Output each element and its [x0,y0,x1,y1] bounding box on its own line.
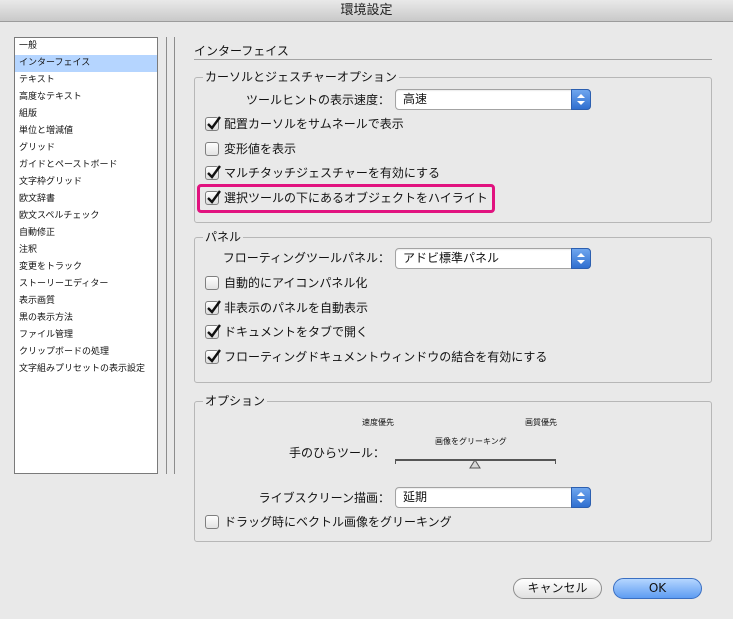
group-label: パネル [203,229,244,245]
category-list[interactable]: 一般 インターフェイス テキスト 高度なテキスト 組版 単位と増減値 グリッド … [14,37,158,474]
category-item-file-handling[interactable]: ファイル管理 [15,327,157,344]
page-title: インターフェイス [194,44,289,58]
category-item-dictionary[interactable]: 欧文辞書 [15,191,157,208]
category-item-general[interactable]: 一般 [15,38,157,55]
highlight-under-selection-checkbox[interactable] [205,190,221,205]
category-item-autocorrect[interactable]: 自動修正 [15,225,157,242]
category-item-frame-grid[interactable]: 文字枠グリッド [15,174,157,191]
place-cursor-thumbnail-checkbox[interactable] [205,116,221,131]
category-item-track-changes[interactable]: 変更をトラック [15,259,157,276]
checkbox-label: マルチタッチジェスチャーを有効にする [224,166,441,180]
slider-left-label: 速度優先 [362,418,394,427]
chevron-updown-icon [571,487,591,508]
checkmark-icon [207,116,221,130]
cancel-button[interactable]: キャンセル [513,578,602,599]
live-screen-drawing-select[interactable]: 延期 [395,487,591,508]
greek-vector-graphics-checkbox[interactable] [205,515,219,529]
slider-center-label: 画像をグリーキング [435,437,507,446]
checkmark-icon [207,324,221,338]
category-item-guides[interactable]: ガイドとペーストボード [15,157,157,174]
checkbox-label: 自動的にアイコンパネル化 [224,276,368,290]
tooltip-speed-label: ツールヒントの表示速度： [245,93,390,107]
hand-tool-label: 手のひらツール： [288,446,385,460]
category-item-notes[interactable]: 注釈 [15,242,157,259]
checkmark-icon [207,349,221,363]
show-transform-values-checkbox[interactable] [205,142,219,156]
slider-tick [395,459,396,464]
select-value: アドビ標準パネル [403,251,500,265]
checkmark-icon [207,300,221,314]
checkmark-icon [207,165,221,179]
slider-tick [555,459,556,464]
category-item-clipboard[interactable]: クリップボードの処理 [15,344,157,361]
group-label: カーソルとジェスチャーオプション [203,69,399,85]
select-value: 延期 [403,490,428,504]
checkbox-label: ドキュメントをタブで開く [224,325,369,339]
checkbox-label: フローティングドキュメントウィンドウの結合を有効にする [224,350,548,364]
floating-tools-label: フローティングツールパネル： [222,251,390,265]
title-divider [194,59,712,60]
category-item-grids[interactable]: グリッド [15,140,157,157]
checkbox-label: ドラッグ時にベクトル画像をグリーキング [224,515,452,529]
multitouch-gestures-checkbox[interactable] [205,165,221,180]
ok-button[interactable]: OK [613,578,702,599]
auto-show-hidden-panels-checkbox[interactable] [205,300,221,315]
open-documents-as-tabs-checkbox[interactable] [205,324,221,339]
category-item-composition[interactable]: 組版 [15,106,157,123]
floating-tools-select[interactable]: アドビ標準パネル [395,248,591,269]
select-value: 高速 [403,92,428,106]
category-item-mojikumi-presets[interactable]: 文字組みプリセットの表示設定 [15,361,157,378]
checkbox-label: 選択ツールの下にあるオブジェクトをハイライト [224,191,488,205]
live-screen-drawing-label: ライブスクリーン描画： [258,491,390,505]
tooltip-speed-select[interactable]: 高速 [395,89,591,110]
chevron-updown-icon [571,89,591,110]
checkbox-label: 変形値を表示 [224,142,297,156]
divider [166,37,167,474]
checkbox-label: 非表示のパネルを自動表示 [224,301,369,315]
chevron-updown-icon [571,248,591,269]
divider [174,37,175,474]
category-item-interface[interactable]: インターフェイス [15,55,157,72]
group-label: オプション [203,393,268,409]
auto-collapse-icon-panels-checkbox[interactable] [205,276,219,290]
category-item-spelling[interactable]: 欧文スペルチェック [15,208,157,225]
category-item-advanced-text[interactable]: 高度なテキスト [15,89,157,106]
category-item-text[interactable]: テキスト [15,72,157,89]
category-item-display-performance[interactable]: 表示画質 [15,293,157,310]
checkbox-label: 配置カーソルをサムネールで表示 [224,117,404,131]
slider-right-label: 画質優先 [525,418,557,427]
category-item-units[interactable]: 単位と増減値 [15,123,157,140]
category-item-black-appearance[interactable]: 黒の表示方法 [15,310,157,327]
category-item-story-editor[interactable]: ストーリーエディター [15,276,157,293]
slider-thumb[interactable] [469,459,481,469]
checkmark-icon [207,190,221,204]
window-title: 環境設定 [0,0,733,22]
enable-floating-docking-checkbox[interactable] [205,349,221,364]
